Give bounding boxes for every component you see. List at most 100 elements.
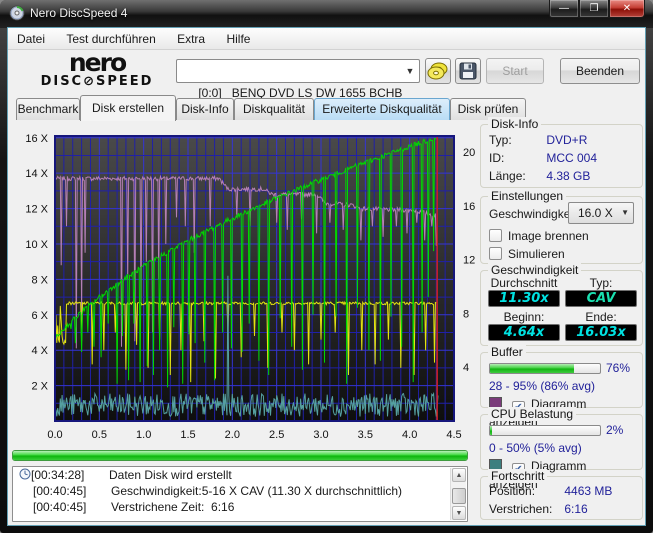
group-geschwindigkeit: Geschwindigkeit Durchschnitt 11.30x Typ:… <box>480 270 643 346</box>
log-scrollbar[interactable]: ▲ ▼ <box>450 468 466 520</box>
svg-text:1.5: 1.5 <box>180 429 195 441</box>
svg-text:2 X: 2 X <box>31 381 48 393</box>
group-title: Einstellungen <box>488 189 566 203</box>
group-title: Disk-Info <box>488 117 541 131</box>
buffer-percent: 76% <box>606 361 630 375</box>
menu-datei[interactable]: Datei <box>8 28 54 50</box>
end-speed-value: 16.03x <box>565 324 637 341</box>
start-button[interactable]: Start <box>486 58 544 84</box>
chevron-down-icon: ▼ <box>621 203 629 223</box>
group-cpu: CPU Belastung 2% 0 - 50% (5% avg) Diagra… <box>480 414 643 470</box>
chevron-down-icon[interactable]: ▼ <box>402 59 418 83</box>
menu-extra[interactable]: Extra <box>168 28 214 50</box>
begin-speed-block: Beginn: 4.64x <box>488 311 560 341</box>
log-line: [00:34:28]Daten Disk wird erstellt <box>13 467 467 483</box>
image-brennen-label: Image brennen <box>508 229 589 243</box>
svg-text:4 X: 4 X <box>31 345 48 357</box>
disk-id-value: MCC 004 <box>546 151 597 165</box>
group-title: Buffer <box>488 345 526 359</box>
svg-text:2.0: 2.0 <box>225 429 240 441</box>
avg-speed-value: 11.30x <box>488 290 560 307</box>
svg-text:16 X: 16 X <box>25 133 48 145</box>
tab-diskqualitaet[interactable]: Diskqualität <box>234 98 314 120</box>
log-text: Verstrichene Zeit: 6:16 <box>111 500 234 514</box>
svg-text:0.0: 0.0 <box>47 429 62 441</box>
cpu-progress-fill <box>490 426 492 435</box>
end-speed-label: Ende: <box>565 311 637 324</box>
app-icon <box>9 5 25 21</box>
disk-length-value: 4.38 GB <box>546 169 590 183</box>
cpu-bar-row: 2% <box>481 421 642 439</box>
app-window: Nero DiscSpeed 4 — ❐ ✕ Datei Test durchf… <box>0 0 653 533</box>
cpu-range: 0 - 50% (5% avg) <box>481 439 642 457</box>
tab-erweiterte-diskqualitaet[interactable]: Erweiterte Diskqualität <box>314 98 450 120</box>
svg-text:2.5: 2.5 <box>269 429 284 441</box>
maximize-button[interactable]: ❐ <box>579 0 609 18</box>
cpu-progress-bar <box>489 425 601 436</box>
image-brennen-row: Image brennen <box>481 227 642 245</box>
avg-speed-label: Durchschnitt <box>488 277 560 290</box>
position-row: Position: 4463 MB <box>481 482 642 500</box>
elapsed-label: Verstrichen: <box>489 501 561 517</box>
overall-progress-fill <box>13 451 467 460</box>
speed-setting-row: Geschwindigkeit 16.0 X ▼ <box>481 205 642 223</box>
disk-info-row: Länge: 4.38 GB <box>481 167 642 185</box>
tab-disk-erstellen[interactable]: Disk erstellen <box>80 95 176 121</box>
simulieren-checkbox[interactable] <box>489 247 502 260</box>
elapsed-row: Verstrichen: 6:16 <box>481 500 642 518</box>
save-floppy-icon <box>459 62 477 80</box>
speed-select[interactable]: 16.0 X ▼ <box>568 202 634 224</box>
scroll-down-button[interactable]: ▼ <box>452 506 466 520</box>
group-title: CPU Belastung <box>488 407 576 421</box>
group-title: Fortschritt <box>488 469 547 483</box>
svg-text:1.0: 1.0 <box>136 429 151 441</box>
avg-speed-block: Durchschnitt 11.30x <box>488 277 560 307</box>
svg-text:4: 4 <box>463 362 469 374</box>
disk-info-row: Typ: DVD+R <box>481 131 642 149</box>
clock-info-icon <box>19 468 31 480</box>
end-speed-block: Ende: 16.03x <box>565 311 637 341</box>
log-time: [00:40:45] <box>33 499 97 515</box>
group-einstellungen: Einstellungen Geschwindigkeit 16.0 X ▼ I… <box>480 196 643 264</box>
speed-type-value: CAV <box>565 290 637 307</box>
tab-disk-info[interactable]: Disk-Info <box>176 98 234 120</box>
begin-speed-label: Beginn: <box>488 311 560 324</box>
beenden-button[interactable]: Beenden <box>560 58 640 84</box>
position-value: 4463 MB <box>564 484 612 498</box>
svg-text:8 X: 8 X <box>31 274 48 286</box>
disk-id-label: ID: <box>489 150 543 166</box>
menu-test-durchfuehren[interactable]: Test durchführen <box>57 28 164 50</box>
eject-disc-button[interactable] <box>425 58 451 84</box>
cpu-percent: 2% <box>606 423 623 437</box>
svg-text:16: 16 <box>463 201 475 213</box>
scroll-thumb[interactable] <box>452 488 466 504</box>
image-brennen-checkbox[interactable] <box>489 229 502 242</box>
speed-chart: 2 X4 X6 X8 X10 X12 X14 X16 X481216200.00… <box>10 122 476 452</box>
disc-stack-icon <box>427 60 449 82</box>
svg-text:4.5: 4.5 <box>446 429 461 441</box>
group-title: Geschwindigkeit <box>488 263 581 277</box>
group-fortschritt: Fortschritt Position: 4463 MB Verstriche… <box>480 476 643 520</box>
speed-type-block: Typ: CAV <box>565 277 637 307</box>
drive-select[interactable]: [0:0] BENQ DVD LS DW 1655 BCHB <box>176 59 420 83</box>
buffer-progress-fill <box>490 364 574 373</box>
save-button[interactable] <box>455 58 481 84</box>
overall-progress-bar <box>12 450 468 461</box>
menu-hilfe[interactable]: Hilfe <box>217 28 259 50</box>
svg-text:4.0: 4.0 <box>402 429 417 441</box>
position-label: Position: <box>489 483 561 499</box>
nero-discspeed-logo: nero DISC⊘SPEED <box>22 52 172 89</box>
minimize-button[interactable]: — <box>549 0 579 18</box>
close-button[interactable]: ✕ <box>609 0 645 18</box>
log-line: [00:40:45] Verstrichene Zeit: 6:16 <box>13 499 467 515</box>
group-disk-info: Disk-Info Typ: DVD+R ID: MCC 004 Länge: … <box>480 124 643 188</box>
menu-bar: Datei Test durchführen Extra Hilfe <box>8 28 645 50</box>
title-bar[interactable]: Nero DiscSpeed 4 — ❐ ✕ <box>0 0 653 28</box>
scroll-up-button[interactable]: ▲ <box>452 468 466 482</box>
simulieren-label: Simulieren <box>508 247 565 261</box>
speed-select-value: 16.0 X <box>578 206 613 220</box>
svg-text:3.5: 3.5 <box>358 429 373 441</box>
tab-benchmark[interactable]: Benchmark <box>16 98 80 120</box>
log-time: [00:34:28] <box>31 467 95 483</box>
buffer-range: 28 - 95% (86% avg) <box>481 377 642 395</box>
